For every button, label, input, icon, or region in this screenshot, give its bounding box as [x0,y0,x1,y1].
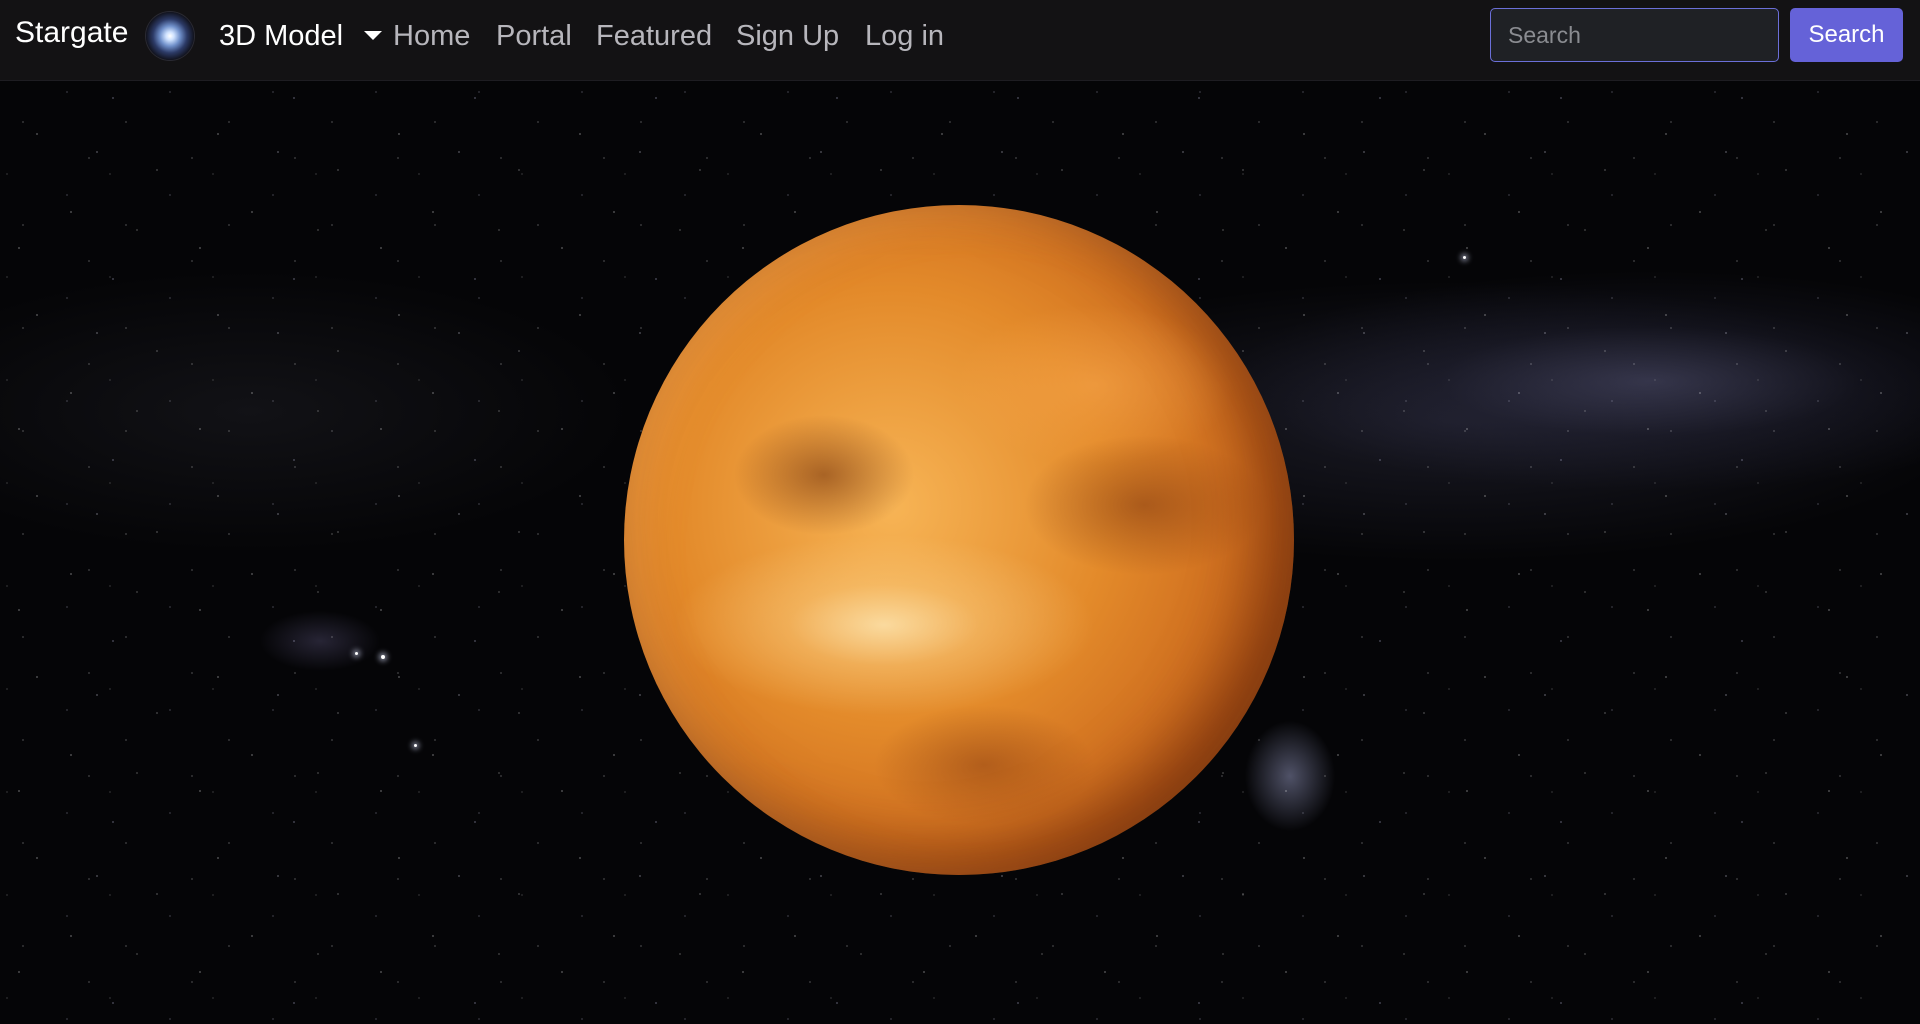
planet-model[interactable] [624,205,1294,875]
3d-model-dropdown[interactable]: 3D Model [219,18,343,54]
top-navbar: Stargate 3D Model Home Portal Featured S… [0,0,1920,81]
caret-down-icon[interactable] [364,31,382,40]
nav-link-portal[interactable]: Portal [496,18,572,54]
bright-star [381,655,385,659]
search-button[interactable]: Search [1790,8,1903,62]
nav-link-sign-up[interactable]: Sign Up [736,18,839,54]
nav-link-log-in[interactable]: Log in [865,18,944,54]
3d-model-viewer[interactable] [0,81,1920,1024]
brand-name[interactable]: Stargate [15,15,128,51]
search-input[interactable] [1490,8,1779,62]
galaxy-logo-icon[interactable] [146,12,194,60]
bright-star [1463,256,1466,259]
bright-star [355,652,358,655]
nav-link-featured[interactable]: Featured [596,18,712,54]
nav-link-home[interactable]: Home [393,18,470,54]
bright-star [414,744,417,747]
